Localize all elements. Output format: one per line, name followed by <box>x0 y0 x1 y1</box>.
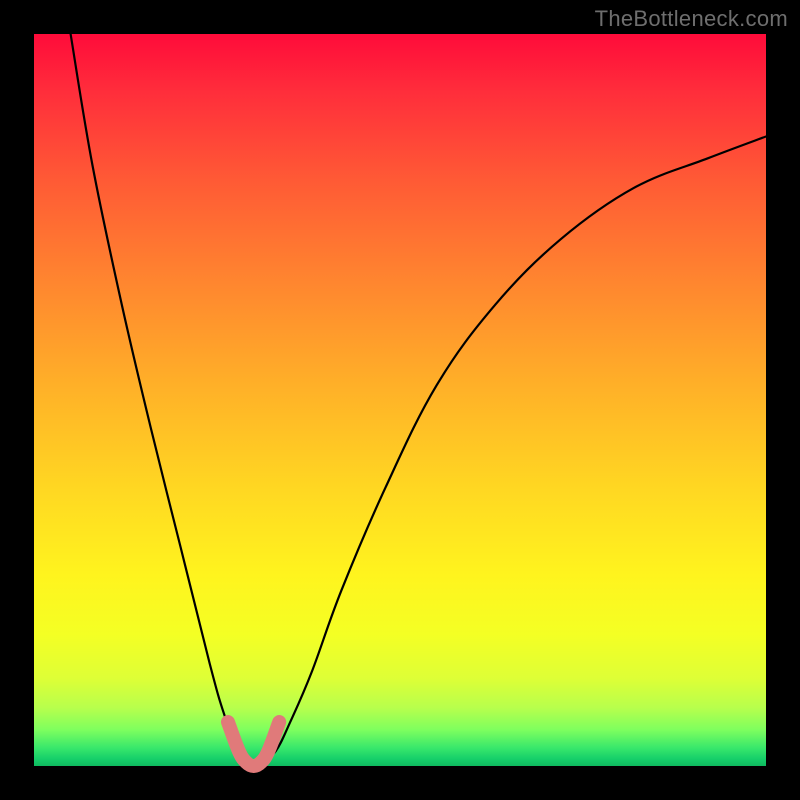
curve-layer <box>34 34 766 766</box>
highlight-minimum <box>228 722 279 766</box>
bottleneck-curve <box>71 34 766 766</box>
watermark-text: TheBottleneck.com <box>595 6 788 32</box>
chart-frame: TheBottleneck.com <box>0 0 800 800</box>
plot-area <box>34 34 766 766</box>
